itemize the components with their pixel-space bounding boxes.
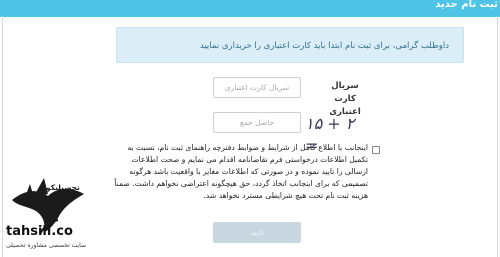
page-title: ثبت نام جدید bbox=[435, 0, 498, 10]
captcha-image: ۱۵ + ۲ = bbox=[305, 114, 355, 155]
serial-input[interactable] bbox=[213, 77, 301, 98]
notice-alert: داوطلب گرامی، برای ثبت نام ابتدا باید کا… bbox=[116, 27, 464, 63]
logo-tagline: سایت تخصصی مشاوره تحصیلی bbox=[6, 242, 86, 249]
captcha-input[interactable] bbox=[213, 112, 301, 133]
submit-button[interactable]: تایید bbox=[213, 222, 301, 243]
logo-title: تحصیلیکو bbox=[46, 183, 80, 192]
logo-domain: tahsili.co bbox=[6, 224, 73, 239]
terms-text: اینجانب با اطلاع کامل از شرایط و ضوابط د… bbox=[114, 143, 368, 200]
page-header: ثبت نام جدید bbox=[0, 0, 500, 17]
terms-checkbox[interactable] bbox=[372, 146, 380, 154]
